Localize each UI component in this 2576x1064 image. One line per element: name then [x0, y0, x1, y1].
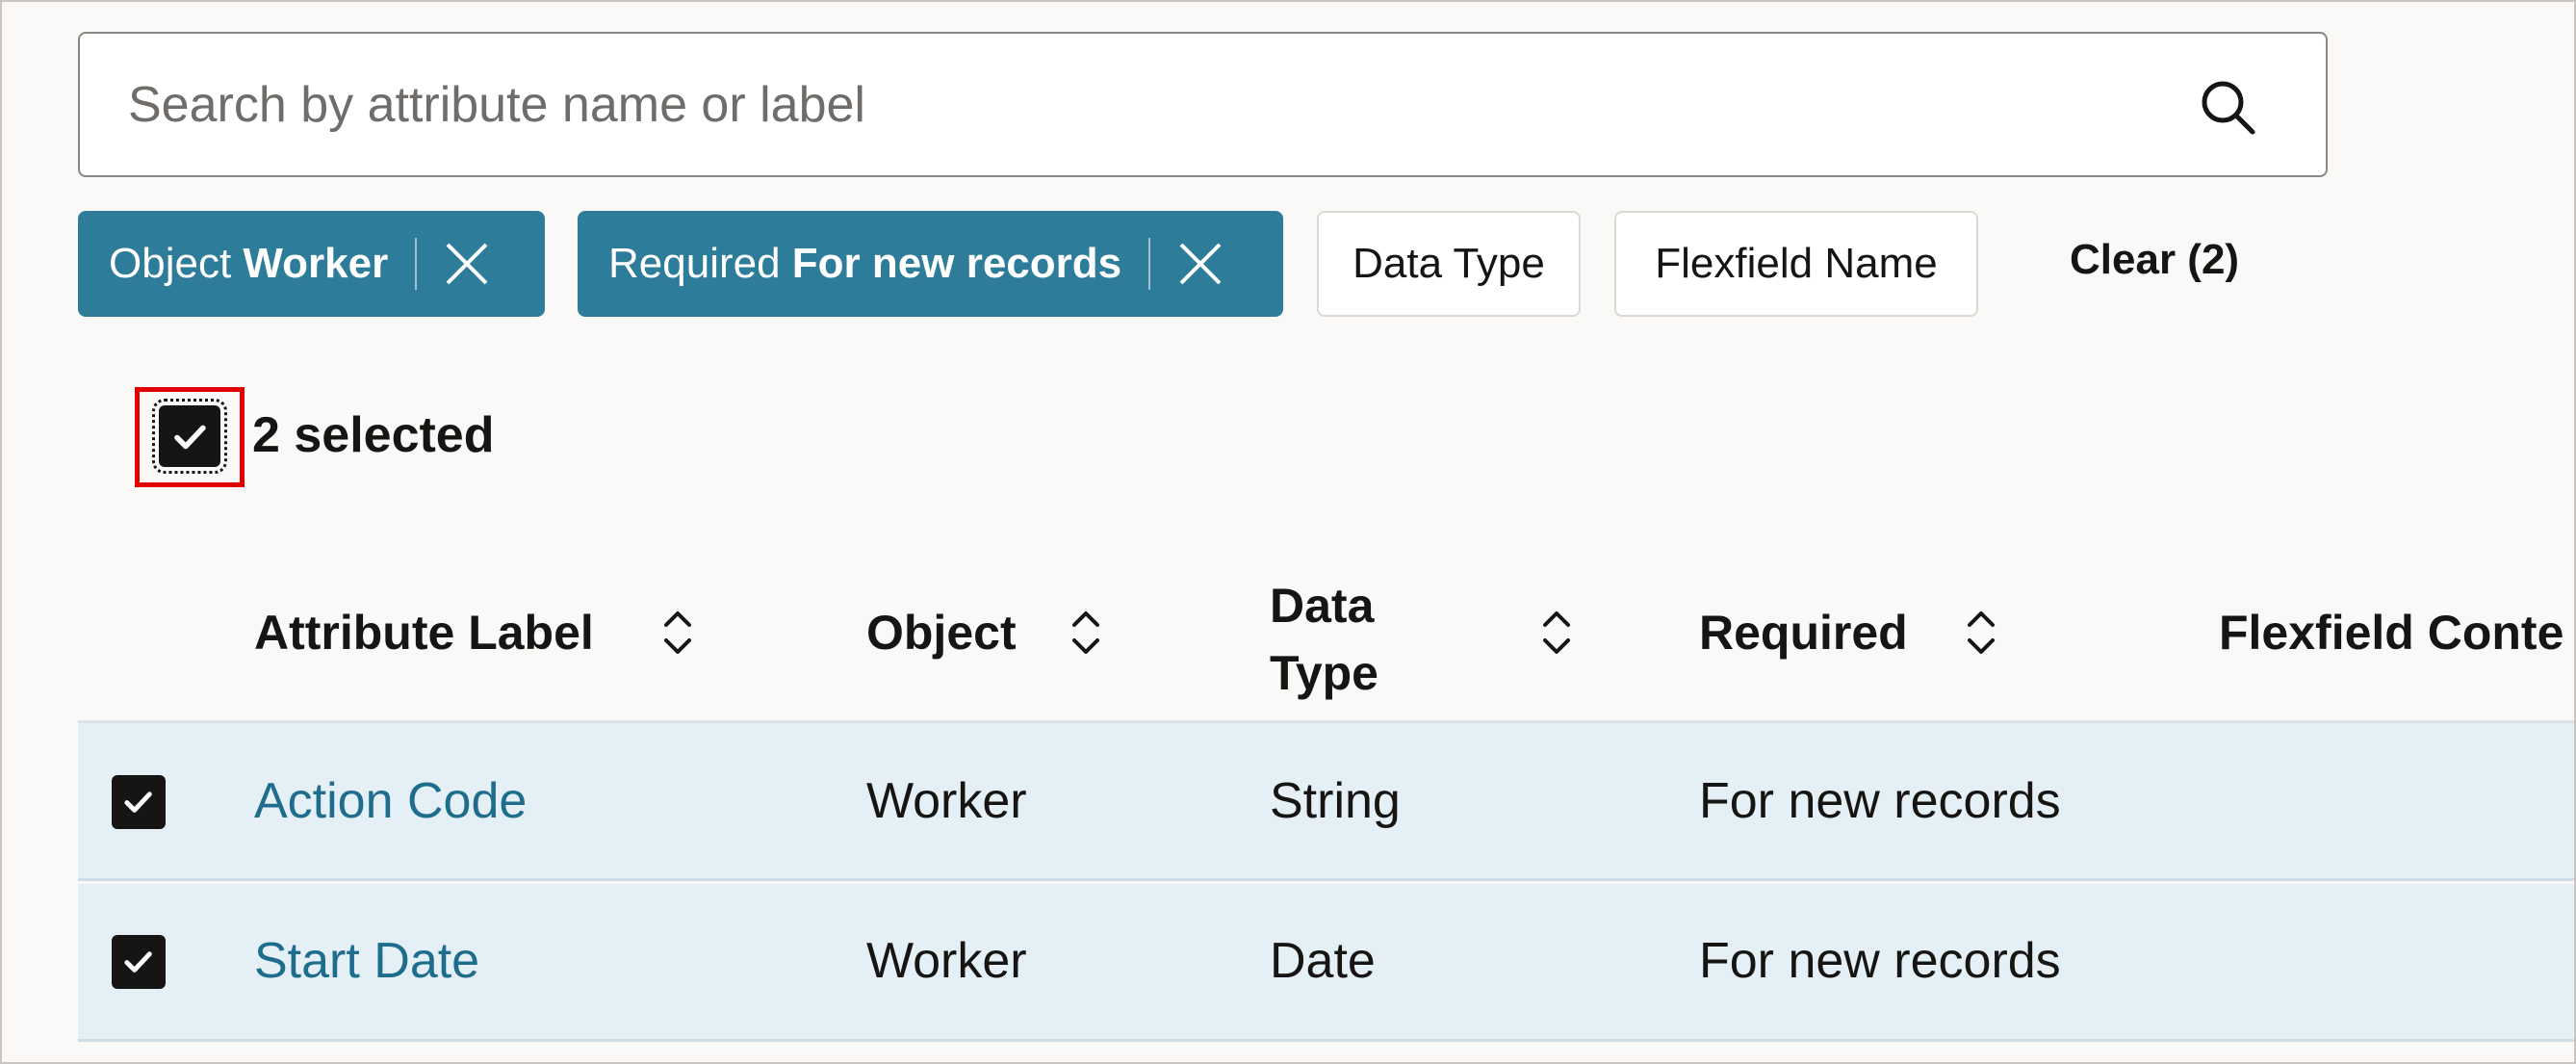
clear-filters-button[interactable]: Clear (2) — [2070, 236, 2239, 284]
search-icon[interactable] — [2197, 76, 2258, 138]
filter-chip-required-text: Required For new records — [608, 240, 1122, 287]
column-header-data-type-line1: Data — [1270, 579, 1375, 633]
checkmark-icon — [124, 792, 153, 814]
remove-filter-required-icon[interactable] — [1173, 237, 1227, 291]
column-header-flexfield-context[interactable]: Flexfield Conte — [2219, 605, 2563, 661]
column-header-data-type[interactable]: Data Type — [1270, 572, 1378, 707]
remove-filter-object-icon[interactable] — [440, 237, 494, 291]
data-type-cell: Date — [1270, 933, 1376, 989]
attribute-label-link[interactable]: Action Code — [254, 772, 527, 830]
search-input[interactable] — [128, 34, 2198, 175]
chip-divider — [415, 238, 418, 290]
column-header-attribute-label[interactable]: Attribute Label — [254, 605, 594, 661]
sort-icon[interactable] — [1065, 604, 1107, 662]
filter-chip-required[interactable]: Required For new records — [578, 211, 1283, 317]
chip-divider — [1148, 238, 1151, 290]
filter-chip-flexfield-name[interactable]: Flexfield Name — [1614, 211, 1978, 317]
sort-icon[interactable] — [1960, 604, 2002, 662]
select-all-checkbox[interactable] — [152, 399, 227, 474]
filter-chip-object-text: Object Worker — [109, 240, 389, 287]
row-checkbox[interactable] — [112, 935, 166, 989]
filter-chip-data-type-label: Data Type — [1352, 240, 1545, 287]
column-header-object[interactable]: Object — [866, 605, 1017, 661]
search-field[interactable] — [78, 32, 2328, 177]
attribute-label-link[interactable]: Start Date — [254, 932, 479, 990]
filter-chip-flexfield-name-label: Flexfield Name — [1655, 240, 1938, 287]
column-header-data-type-line2: Type — [1270, 646, 1378, 700]
checkmark-icon — [124, 951, 153, 973]
selection-count: 2 selected — [252, 407, 495, 463]
object-cell: Worker — [866, 933, 1027, 989]
object-cell: Worker — [866, 773, 1027, 829]
checkmark-icon — [173, 425, 206, 449]
attribute-selection-panel: Object Worker Required For new records D… — [0, 0, 2576, 1064]
required-cell: For new records — [1699, 773, 2061, 829]
data-type-cell: String — [1270, 773, 1401, 829]
sort-icon[interactable] — [657, 604, 699, 662]
filter-chip-object[interactable]: Object Worker — [78, 211, 545, 317]
sort-icon[interactable] — [1535, 604, 1578, 662]
column-header-required[interactable]: Required — [1699, 605, 1908, 661]
row-checkbox[interactable] — [112, 775, 166, 829]
required-cell: For new records — [1699, 933, 2061, 989]
filter-chip-data-type[interactable]: Data Type — [1317, 211, 1581, 317]
